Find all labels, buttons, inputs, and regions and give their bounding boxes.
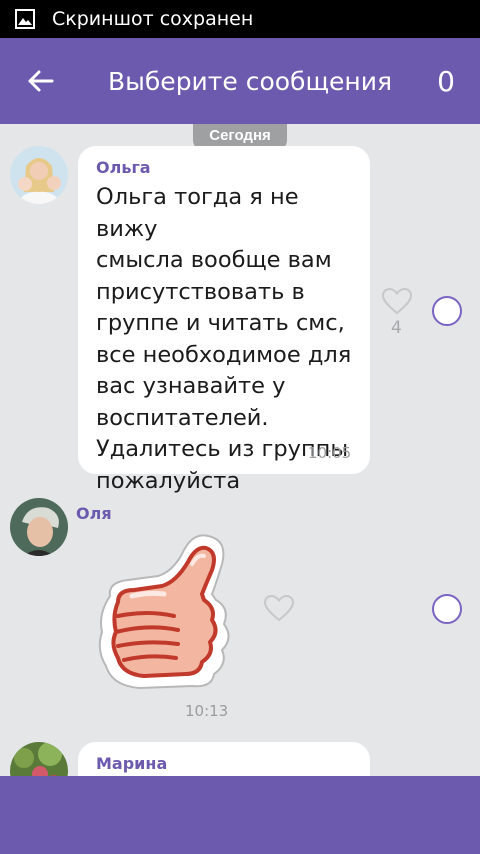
- image-icon: [15, 9, 35, 29]
- message-bubble[interactable]: Марина: [78, 742, 370, 776]
- avatar[interactable]: [10, 498, 68, 556]
- message-time: 10:05: [308, 444, 352, 462]
- message-time: 10:13: [185, 702, 229, 720]
- status-notification-text: Скриншот сохранен: [52, 8, 254, 30]
- selection-action-bar: [0, 776, 480, 854]
- select-message-checkbox[interactable]: [432, 594, 462, 624]
- message-sender: Оля: [76, 504, 112, 523]
- like-count: 4: [391, 318, 402, 338]
- avatar[interactable]: [10, 742, 68, 776]
- message-sender: Марина: [96, 754, 168, 773]
- avatar[interactable]: [10, 146, 68, 204]
- select-message-checkbox[interactable]: [432, 296, 462, 326]
- message-bubble[interactable]: Ольга Ольга тогда я не вижу смысла вообщ…: [78, 146, 370, 494]
- message-sender: Ольга: [96, 158, 151, 177]
- back-button[interactable]: [0, 38, 80, 124]
- status-bar: Скриншот сохранен: [0, 0, 480, 38]
- arrow-left-icon: [28, 70, 54, 92]
- heart-icon[interactable]: [263, 594, 295, 622]
- selected-count: 0: [437, 64, 455, 98]
- page-title: Выберите сообщения: [108, 66, 393, 96]
- chat-messages[interactable]: Сегодня Ольга Ольга тогда я не вижу смыс…: [0, 124, 480, 776]
- heart-icon[interactable]: [381, 287, 413, 315]
- thumbs-up-sticker[interactable]: [88, 524, 238, 692]
- selection-toolbar: Выберите сообщения 0: [0, 38, 480, 124]
